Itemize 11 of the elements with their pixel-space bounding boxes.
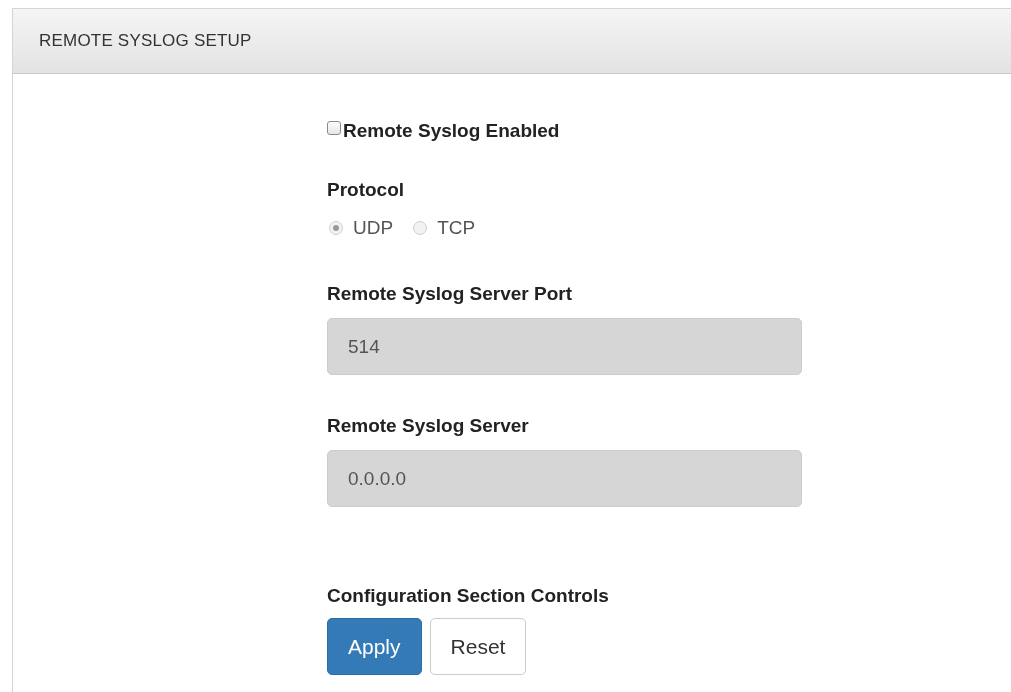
apply-button[interactable]: Apply bbox=[327, 618, 422, 675]
field-label: Remote Syslog Server Port bbox=[327, 283, 573, 305]
checkbox[interactable] bbox=[327, 121, 341, 135]
section-label: Configuration Section Controls bbox=[327, 585, 610, 607]
checkbox-label: Remote Syslog Enabled bbox=[343, 120, 560, 142]
radio-label: UDP bbox=[353, 217, 394, 239]
panel-title: REMOTE SYSLOG SETUP bbox=[39, 31, 252, 51]
radio-label: TCP bbox=[437, 217, 476, 239]
field-label: Protocol bbox=[327, 179, 406, 201]
reset-button[interactable]: Reset bbox=[429, 618, 527, 675]
field-label: Remote Syslog Server bbox=[327, 415, 530, 437]
